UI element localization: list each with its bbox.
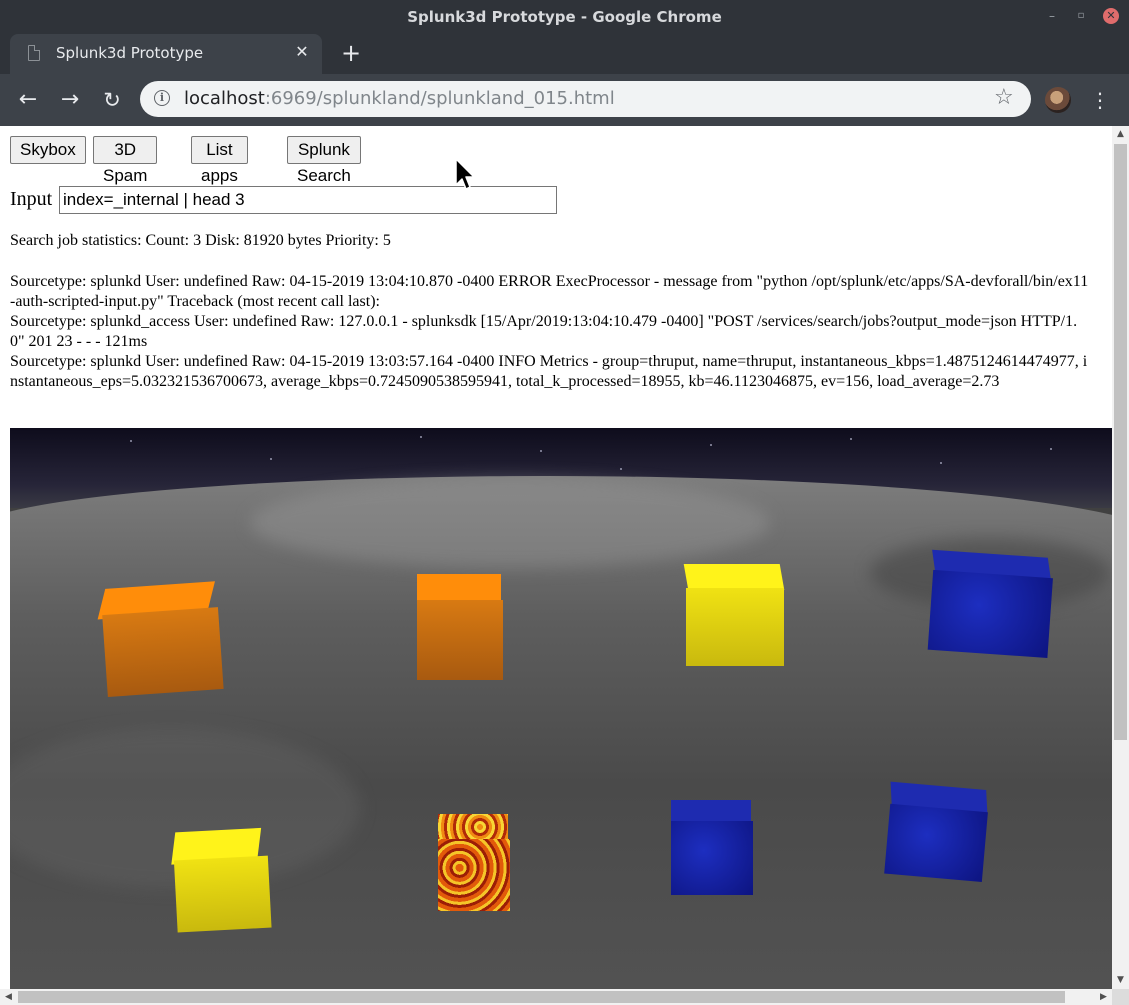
page-viewport: Skybox 3D Spam List apps Splunk Search I…	[0, 126, 1112, 989]
new-tab-icon[interactable]: +	[338, 40, 364, 66]
scene-cube[interactable]	[438, 814, 512, 911]
tab-close-icon[interactable]: ✕	[292, 42, 312, 62]
scene-cube[interactable]	[417, 574, 503, 680]
vertical-scrollbar[interactable]: ▲ ▼	[1112, 126, 1129, 989]
url-path: :6969/splunkland/splunkland_015.html	[264, 88, 615, 109]
url-text[interactable]: localhost:6969/splunkland/splunkland_015…	[184, 88, 615, 109]
horizontal-scrollbar[interactable]: ◀ ▶	[0, 989, 1112, 1005]
page-icon	[28, 45, 40, 61]
result-row: Sourcetype: splunkd_access User: undefin…	[10, 313, 1078, 350]
scroll-right-icon[interactable]: ▶	[1095, 989, 1112, 1005]
scene-cube[interactable]	[671, 800, 755, 895]
scene-cube[interactable]	[171, 827, 273, 933]
bookmark-star-icon[interactable]: ☆	[994, 86, 1014, 110]
scene-cube[interactable]	[927, 549, 1057, 658]
tab-title: Splunk3d Prototype	[56, 44, 204, 62]
search-query-input[interactable]	[59, 186, 557, 214]
skybox-button[interactable]: Skybox	[10, 136, 86, 164]
vertical-scroll-thumb[interactable]	[1114, 144, 1127, 740]
reload-icon[interactable]: ↻	[97, 85, 127, 115]
result-row: Sourcetype: splunkd User: undefined Raw:…	[10, 353, 1088, 390]
close-window-icon[interactable]: ✕	[1103, 8, 1119, 24]
search-results: Sourcetype: splunkd User: undefined Raw:…	[10, 272, 1090, 392]
horizontal-scroll-thumb[interactable]	[18, 991, 1065, 1003]
info-icon[interactable]: i	[154, 90, 170, 106]
url-host: localhost	[184, 88, 265, 109]
profile-avatar[interactable]	[1045, 87, 1071, 113]
address-bar[interactable]: i localhost:6969/splunkland/splunkland_0…	[140, 81, 1031, 117]
forward-arrow-icon[interactable]: →	[55, 85, 85, 115]
result-row: Sourcetype: splunkd User: undefined Raw:…	[10, 273, 1089, 310]
scroll-left-icon[interactable]: ◀	[0, 989, 17, 1005]
window-titlebar: Splunk3d Prototype - Google Chrome – ▫ ✕	[0, 0, 1129, 34]
tab-active[interactable]: Splunk3d Prototype ✕	[10, 34, 322, 74]
browser-toolbar: ← → ↻ i localhost:6969/splunkland/splunk…	[0, 74, 1129, 126]
search-job-stats: Search job statistics: Count: 3 Disk: 81…	[10, 232, 391, 249]
scroll-up-icon[interactable]: ▲	[1112, 126, 1129, 143]
splunk-search-button[interactable]: Splunk Search	[287, 136, 361, 185]
scene-cube[interactable]	[884, 781, 992, 883]
list-apps-button[interactable]: List apps	[191, 136, 248, 185]
scene-cube[interactable]	[683, 564, 786, 666]
menu-kebab-icon[interactable]: ⋮	[1090, 86, 1110, 114]
scene-cube[interactable]	[97, 581, 225, 697]
3d-scene-canvas[interactable]	[10, 428, 1112, 989]
3d-spam-button[interactable]: 3D Spam	[93, 136, 158, 185]
window-title: Splunk3d Prototype - Google Chrome	[407, 8, 722, 26]
minimize-icon[interactable]: –	[1044, 8, 1060, 24]
input-label: Input	[10, 188, 53, 210]
scrollbar-corner	[1112, 989, 1129, 1005]
maximize-icon[interactable]: ▫	[1073, 8, 1089, 24]
scroll-down-icon[interactable]: ▼	[1112, 972, 1129, 989]
back-arrow-icon[interactable]: ←	[13, 85, 43, 115]
tab-strip: Splunk3d Prototype ✕ +	[0, 34, 1129, 74]
